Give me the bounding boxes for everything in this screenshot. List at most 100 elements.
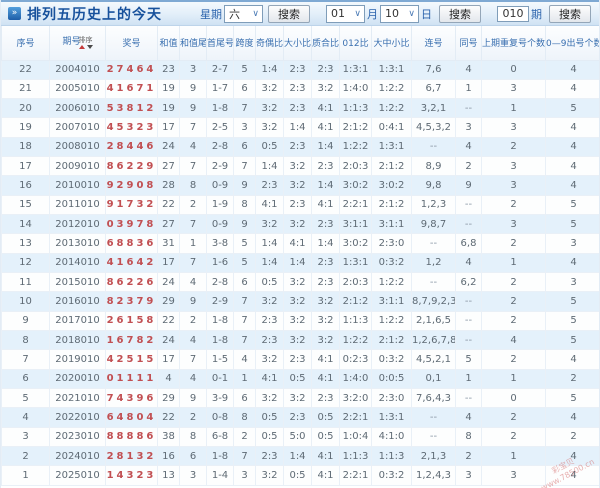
column-header-2: 奖号 bbox=[105, 26, 158, 61]
sort-control[interactable]: 排序 bbox=[78, 36, 93, 49]
prize-number: 74396 bbox=[105, 388, 158, 409]
issue-search-button[interactable]: 搜索 bbox=[549, 4, 591, 23]
cell: 2:3 bbox=[283, 98, 312, 119]
cell: 0:5 bbox=[255, 407, 284, 428]
cell: 2:3 bbox=[283, 407, 312, 428]
cell: 2023010 bbox=[49, 426, 106, 448]
cell: 2 bbox=[481, 407, 546, 428]
cell: 2:1:2 bbox=[371, 330, 412, 351]
sort-desc-icon[interactable] bbox=[86, 44, 93, 49]
cell: 13 bbox=[157, 465, 180, 486]
cell: 2004010 bbox=[49, 59, 106, 80]
cell: 1 bbox=[233, 368, 256, 390]
cell: 9,8 bbox=[411, 175, 456, 196]
cell: 7 bbox=[233, 310, 256, 332]
prize-number: 88886 bbox=[105, 426, 158, 448]
week-select-value: 六 bbox=[229, 7, 240, 21]
cell: 4:1 bbox=[311, 368, 340, 390]
month-select[interactable]: 01 ∨ bbox=[326, 4, 365, 23]
table-row: 2 2024010 28132 16 6 1-8 7 2:3 1:4 4:1 1:1:3 1:1:3 2… bbox=[1, 446, 599, 467]
cell: 3-8 bbox=[206, 233, 234, 254]
cell: 5 bbox=[233, 59, 256, 80]
cell: 3:1:1 bbox=[371, 214, 412, 235]
cell: 2:3 bbox=[311, 252, 340, 274]
cell: 2 bbox=[481, 136, 546, 158]
cell: 7 bbox=[179, 252, 207, 274]
cell: 6 bbox=[233, 136, 256, 158]
cell: 4:1 bbox=[311, 349, 340, 370]
cell: 4 bbox=[455, 407, 482, 428]
cell: 8 bbox=[179, 426, 207, 448]
prize-number: 41671 bbox=[105, 78, 158, 100]
cell: 8 bbox=[455, 426, 482, 448]
cell: 8 bbox=[1, 330, 50, 351]
cell: 2:3:0 bbox=[371, 388, 412, 409]
date-search-button[interactable]: 搜索 bbox=[439, 4, 481, 23]
column-header-1: 期号 排序 bbox=[49, 26, 106, 61]
cell: 2:1:2 bbox=[339, 291, 372, 312]
cell: 3 bbox=[481, 175, 546, 196]
cell: 2:3 bbox=[283, 349, 312, 370]
cell: 6 bbox=[233, 78, 256, 100]
cell: 2:3 bbox=[311, 388, 340, 409]
cell: 2006010 bbox=[49, 98, 106, 119]
table-row: 5 2021010 74396 29 9 3-9 6 3:2 3:2 2:3 3:2:0 2:3:0 7… bbox=[1, 388, 599, 409]
table-row: 3 2023010 88886 38 8 6-8 2 0:5 5:0 0:5 1:0:4 4:1:0-… bbox=[1, 426, 599, 448]
day-select[interactable]: 10 ∨ bbox=[380, 4, 419, 23]
column-header-12: 连号 bbox=[411, 26, 456, 61]
cell: 2018010 bbox=[49, 330, 106, 351]
cell: 2005010 bbox=[49, 78, 106, 100]
cell: 2:1:2 bbox=[371, 194, 412, 216]
sort-asc-icon[interactable] bbox=[78, 44, 85, 49]
cell: 5:0 bbox=[283, 426, 312, 448]
cell: 0:2:3 bbox=[339, 349, 372, 370]
cell: 6 bbox=[233, 388, 256, 409]
cell: 3:2 bbox=[255, 98, 284, 119]
cell: 4 bbox=[545, 117, 599, 138]
table-row: 12 2014010 41642 17 7 1-6 5 1:4 1:4 2:3 1:3:1 0:3:2… bbox=[1, 252, 599, 274]
cell: 2016010 bbox=[49, 291, 106, 312]
prize-number: 28446 bbox=[105, 136, 158, 158]
cell: 0:5 bbox=[255, 426, 284, 448]
week-select[interactable]: 六 ∨ bbox=[224, 4, 263, 23]
cell: 1-8 bbox=[206, 310, 234, 332]
cell: 2,1,3 bbox=[411, 446, 456, 467]
cell: -- bbox=[455, 194, 482, 216]
prize-number: 01111 bbox=[105, 368, 158, 390]
lottery-history-page: » 排列五历史上的今天 星期 六 ∨ 搜索 01 ∨ 月 10 ∨ 日 搜索 0… bbox=[0, 0, 600, 488]
cell: 5 bbox=[545, 330, 599, 351]
week-search-button[interactable]: 搜索 bbox=[268, 4, 310, 23]
cell: 0-9 bbox=[206, 175, 234, 196]
cell: 0-1 bbox=[206, 368, 234, 390]
cell: 24 bbox=[157, 136, 180, 158]
prize-number: 28132 bbox=[105, 446, 158, 467]
cell: 2 bbox=[545, 426, 599, 448]
cell: 10 bbox=[1, 291, 50, 312]
cell: 0:3:2 bbox=[371, 252, 412, 274]
cell: 4 bbox=[179, 136, 207, 158]
cell: 1:2:2 bbox=[371, 98, 412, 119]
table-body: 22 2004010 27464 23 3 2-7 5 1:4 2:3 2:3 1:3:1 1:3:1… bbox=[1, 59, 599, 486]
cell: -- bbox=[411, 272, 456, 293]
cell: 7 bbox=[233, 98, 256, 119]
cell: 1:4 bbox=[311, 136, 340, 158]
cell: 2:3 bbox=[311, 156, 340, 177]
issue-input[interactable] bbox=[497, 5, 529, 22]
cell: 4,5,3,2 bbox=[411, 117, 456, 138]
table-row: 8 2018010 16782 24 4 1-8 7 2:3 3:2 3:2 1:2:2 2:1:2 1… bbox=[1, 330, 599, 351]
cell: 19 bbox=[157, 78, 180, 100]
cell: 2-8 bbox=[206, 272, 234, 293]
cell: 3:2 bbox=[283, 310, 312, 332]
cell: 0:3:2 bbox=[371, 465, 412, 486]
cell: 3 bbox=[545, 272, 599, 293]
cell: 2-5 bbox=[206, 117, 234, 138]
cell: 6,2 bbox=[455, 272, 482, 293]
cell: 1-9 bbox=[206, 194, 234, 216]
cell: 4 bbox=[545, 78, 599, 100]
prize-number: 41642 bbox=[105, 252, 158, 274]
cell: 1-8 bbox=[206, 98, 234, 119]
cell: 0:4:1 bbox=[371, 117, 412, 138]
cell: 2:3:0 bbox=[371, 233, 412, 254]
cell: 7 bbox=[1, 349, 50, 370]
cell: -- bbox=[411, 426, 456, 448]
